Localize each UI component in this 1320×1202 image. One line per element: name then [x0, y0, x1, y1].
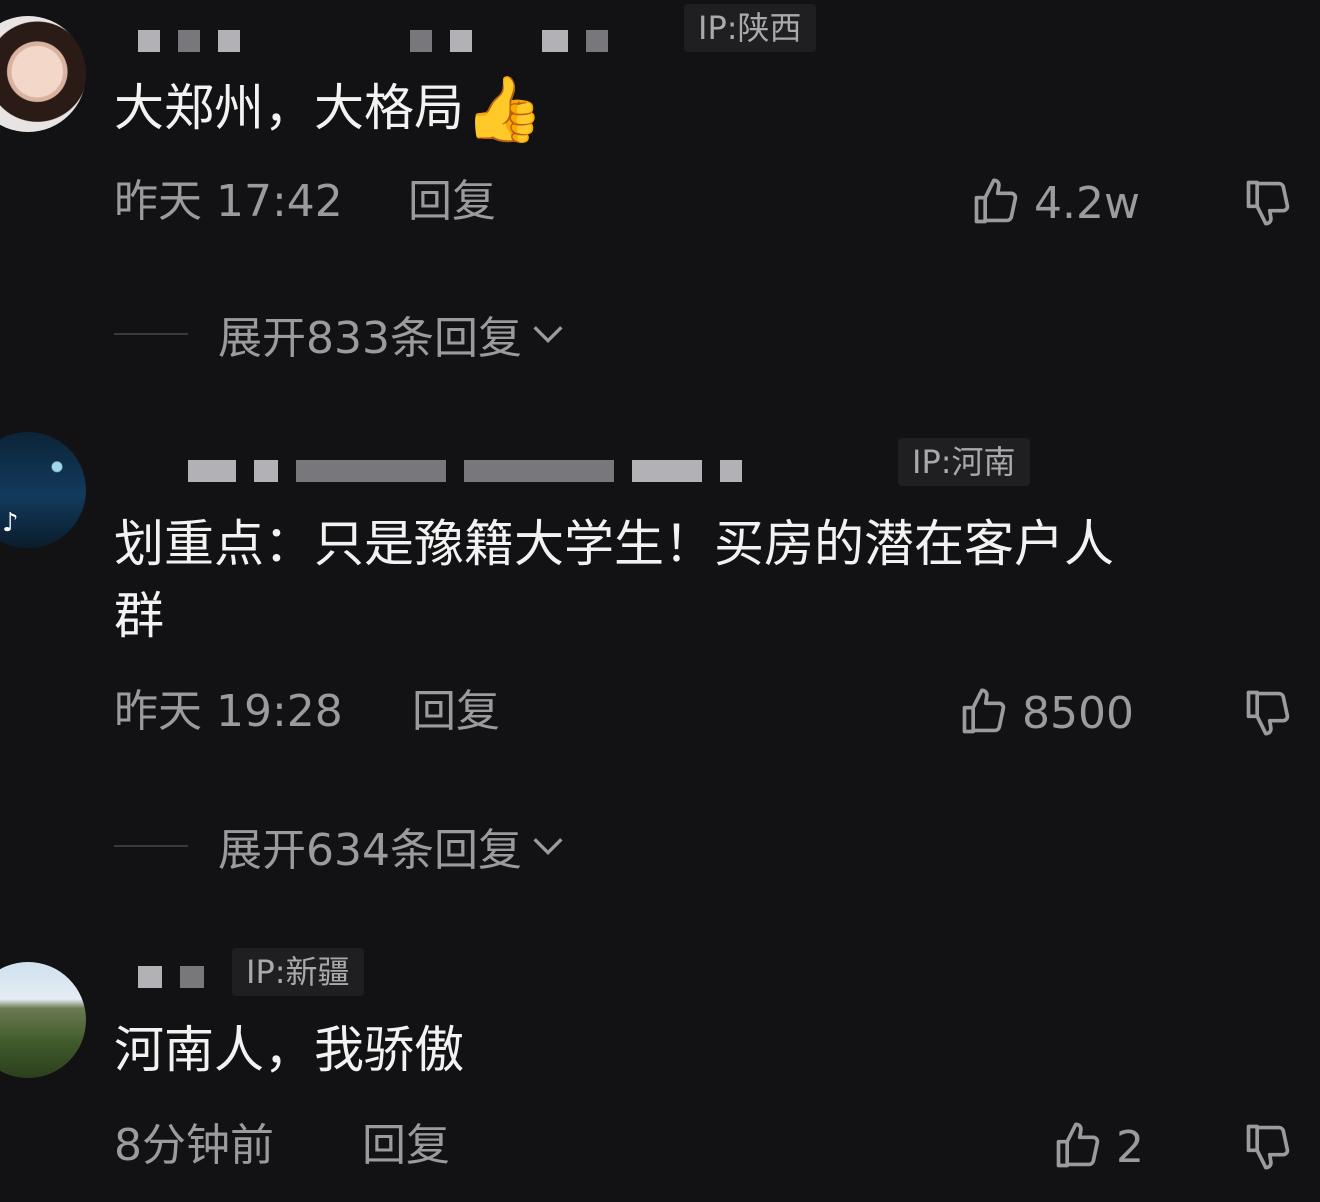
divider — [114, 845, 188, 847]
comment-text: 大郑州，大格局👍 — [114, 72, 1294, 144]
like-count: 8500 — [1022, 688, 1134, 739]
chevron-down-icon — [533, 838, 563, 856]
divider — [114, 333, 188, 335]
ip-location-badge: IP:河南 — [898, 438, 1030, 486]
like-icon[interactable] — [970, 176, 1022, 228]
ip-location-badge: IP:陕西 — [684, 4, 816, 52]
comment-body: 大郑州，大格局 — [114, 79, 464, 137]
username-obscured[interactable] — [188, 460, 760, 482]
expand-replies-label: 展开634条回复 — [218, 825, 522, 876]
dislike-icon[interactable] — [1242, 176, 1294, 228]
username-obscured[interactable] — [138, 966, 222, 988]
comment-body-line1: 划重点：只是豫籍大学生！买房的潜在客户人 — [114, 515, 1114, 573]
chevron-down-icon — [533, 326, 563, 344]
comment-time: 昨天 19:28 — [114, 686, 343, 737]
username-obscured[interactable] — [138, 30, 626, 52]
like-icon[interactable] — [1052, 1120, 1104, 1172]
reply-button[interactable]: 回复 — [412, 684, 500, 740]
tiktok-badge-icon: ♪ — [2, 508, 19, 538]
comment-time: 8分钟前 — [114, 1120, 274, 1171]
comment-text: 河南人，我骄傲 — [114, 1014, 1294, 1086]
reply-button[interactable]: 回复 — [362, 1118, 450, 1174]
expand-replies-label: 展开833条回复 — [218, 313, 522, 364]
reply-button[interactable]: 回复 — [408, 174, 496, 230]
dislike-icon[interactable] — [1242, 686, 1294, 738]
expand-replies-button[interactable]: 展开634条回复 — [114, 818, 568, 876]
thumbs-up-emoji: 👍 — [464, 73, 544, 147]
like-icon[interactable] — [958, 686, 1010, 738]
avatar[interactable]: ♪ — [0, 432, 86, 548]
comment-text: 划重点：只是豫籍大学生！买房的潜在客户人 群 — [114, 508, 1294, 652]
comment-body-line2: 群 — [114, 587, 164, 645]
avatar[interactable] — [0, 962, 86, 1078]
like-count: 2 — [1116, 1122, 1144, 1173]
expand-replies-button[interactable]: 展开833条回复 — [114, 306, 568, 364]
ip-location-badge: IP:新疆 — [232, 948, 364, 996]
like-count: 4.2w — [1034, 178, 1140, 229]
avatar[interactable] — [0, 16, 86, 132]
comment-time: 昨天 17:42 — [114, 176, 343, 227]
dislike-icon[interactable] — [1242, 1120, 1294, 1172]
comment-body: 河南人，我骄傲 — [114, 1021, 464, 1079]
